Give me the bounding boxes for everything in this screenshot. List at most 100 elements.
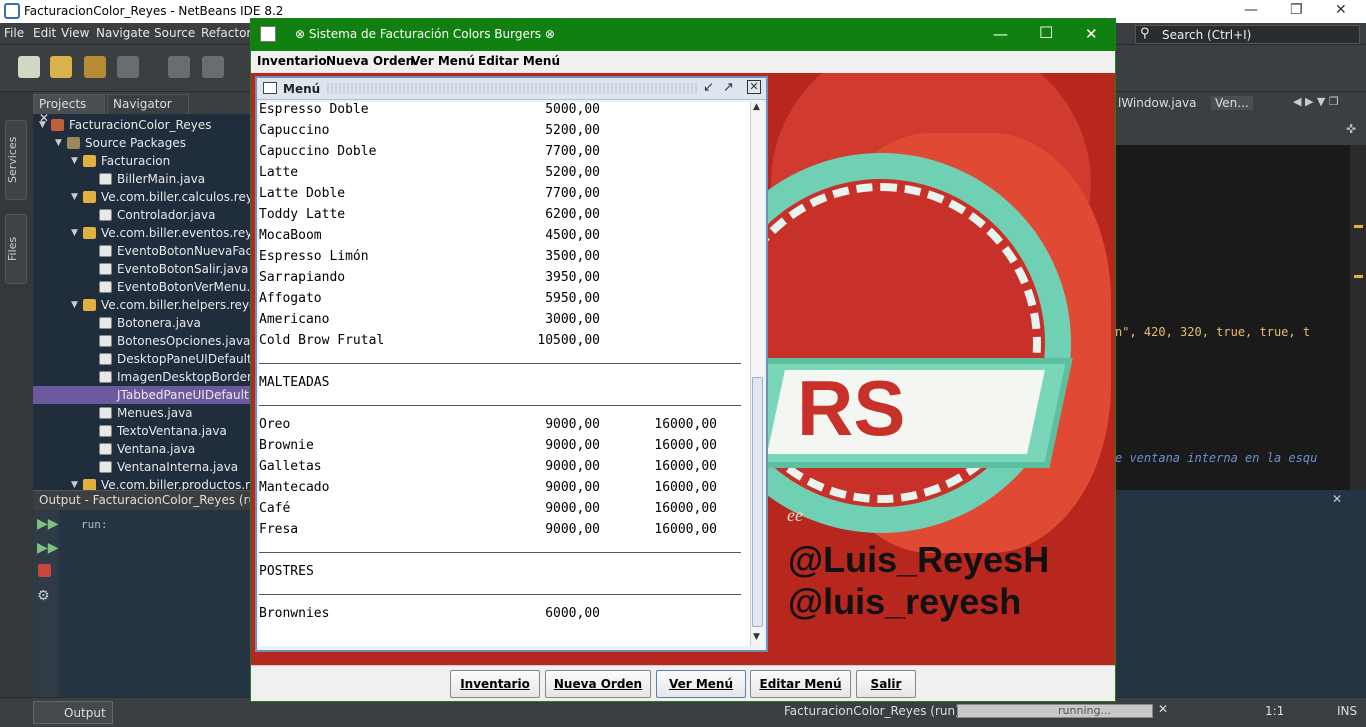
item-name: Toddy Latte [259, 207, 346, 222]
item-price: 5200,00 [545, 123, 600, 138]
source-packages-icon [67, 137, 80, 149]
inventario-button[interactable]: Inventario [450, 670, 540, 698]
nueva-orden-button[interactable]: Nueva Orden [545, 670, 651, 698]
java-file-icon [99, 371, 112, 383]
item-name: Capuccino Doble [259, 144, 377, 159]
tree-item[interactable]: Source Packages [85, 134, 186, 152]
menu-source[interactable]: Source [154, 26, 195, 40]
tab-projects[interactable]: Projects ✕ [33, 94, 105, 125]
cancel-icon[interactable]: ✕ [1158, 702, 1168, 716]
menu-view[interactable]: View [61, 26, 89, 40]
close-icon[interactable]: ✕ [747, 80, 761, 94]
ide-search-input[interactable]: ⚲ Search (Ctrl+I) [1135, 25, 1360, 44]
ver-menu-button[interactable]: Ver Menú [656, 670, 746, 698]
expand-arrow-icon[interactable]: ▼ [71, 228, 78, 238]
undo-icon[interactable] [168, 56, 190, 78]
menu-row: Bronwnies 6000,00 [259, 606, 739, 626]
expand-arrow-icon[interactable]: ▼ [39, 120, 46, 130]
tree-item[interactable]: EventoBotonNuevaFact [117, 242, 251, 260]
tree-item[interactable]: ImagenDesktopBorder. [117, 368, 251, 386]
tree-item[interactable]: Ve.com.biller.productos.re [101, 476, 251, 490]
item-price: 10500,00 [537, 333, 600, 348]
menu-refactor[interactable]: Refactor [201, 26, 251, 40]
java-file-icon [99, 407, 112, 419]
tree-item[interactable]: VentanaInterna.java [117, 458, 238, 476]
tree-item[interactable]: Ve.com.biller.helpers.reyes [101, 296, 251, 314]
item-name: Oreo [259, 417, 291, 432]
app-maximize-icon[interactable]: ☐ [1039, 23, 1053, 42]
editor-tab-2[interactable]: Ven... [1211, 96, 1253, 110]
java-file-icon [99, 443, 112, 455]
tree-item[interactable]: EventoBotonSalir.java [117, 260, 248, 278]
rerun-icon[interactable]: ▶▶ [37, 516, 59, 532]
search-placeholder: Search (Ctrl+I) [1162, 28, 1252, 42]
menu-edit[interactable]: Edit [33, 26, 56, 40]
new-project-icon[interactable] [18, 56, 40, 78]
tab-navigator[interactable]: Navigator [107, 94, 189, 114]
expand-arrow-icon[interactable]: ▼ [71, 300, 78, 310]
close-icon[interactable]: ✕ [1335, 2, 1347, 18]
restore-icon[interactable]: ❐ [1290, 2, 1303, 18]
tree-item[interactable]: EventoBotonVerMenu.ja [117, 278, 251, 296]
scroll-thumb[interactable] [752, 377, 763, 627]
tree-item[interactable]: Ve.com.biller.calculos.reye [101, 188, 251, 206]
expand-arrow-icon[interactable]: ▼ [71, 480, 78, 490]
code-comment-line: e ventana interna en la esqu [1115, 451, 1318, 465]
item-price: 3000,00 [545, 312, 600, 327]
item-name: Fresa [259, 522, 299, 537]
save-all-icon[interactable] [117, 56, 139, 78]
app-minimize-icon[interactable]: — [993, 25, 1008, 43]
maximize-icon[interactable]: ↗ [723, 80, 734, 95]
stop-icon[interactable] [38, 564, 51, 577]
close-icon[interactable]: ✕ [1332, 492, 1342, 506]
tree-item[interactable]: DesktopPaneUIDefault. [117, 350, 251, 368]
editor-tab-1[interactable]: lWindow.java [1118, 96, 1197, 110]
package-icon [83, 227, 96, 239]
split-icon[interactable]: ✜ [1346, 122, 1356, 136]
code-editor[interactable]: n", 420, 320, true, true, t e ventana in… [1115, 145, 1366, 490]
editar-menu-button[interactable]: Editar Menú [750, 670, 851, 698]
tree-item[interactable]: Menues.java [117, 404, 193, 422]
tab-scroll-icons[interactable]: ◀ ▶ ▼ ❐ [1293, 95, 1339, 108]
tree-item[interactable]: Botonera.java [117, 314, 201, 332]
menu-text-area[interactable]: Espresso Doble 5000,00 Capuccino 5200,00 Cap… [259, 102, 750, 646]
expand-arrow-icon[interactable]: ▼ [71, 156, 78, 166]
menu-row: Brownie 9000,00 16000,00 [259, 438, 739, 458]
output-button[interactable]: Output [33, 701, 113, 724]
item-name: Brownie [259, 438, 314, 453]
files-tab[interactable]: Files [5, 214, 27, 284]
redo-icon[interactable] [202, 56, 224, 78]
app-window-title: ⊗ Sistema de Facturación Colors Burgers … [295, 27, 555, 41]
tree-item[interactable]: FacturacionColor_Reyes [69, 116, 211, 134]
tree-item[interactable]: JTabbedPaneUIDefault [33, 386, 251, 404]
menu-navigate[interactable]: Navigate [96, 26, 150, 40]
expand-arrow-icon[interactable]: ▼ [55, 138, 62, 148]
scroll-down-icon[interactable]: ▼ [753, 632, 760, 642]
expand-arrow-icon[interactable]: ▼ [71, 192, 78, 202]
tree-item[interactable]: Controlador.java [117, 206, 215, 224]
iconify-icon[interactable]: ↙ [703, 80, 714, 95]
tree-item[interactable]: Ventana.java [117, 440, 195, 458]
salir-button[interactable]: Salir [856, 670, 916, 698]
app-menu-inventario[interactable]: Inventario [257, 54, 327, 68]
app-menu-editar-menu[interactable]: Editar Menú [478, 54, 560, 68]
tree-item[interactable]: Facturacion [101, 152, 170, 170]
new-file-icon[interactable] [50, 56, 72, 78]
tree-item[interactable]: Ve.com.biller.eventos.reye [101, 224, 251, 242]
menu-row: Affogato 5950,00 [259, 291, 739, 311]
app-menu-nueva-orden[interactable]: Nueva Orden [326, 54, 414, 68]
tree-item[interactable]: BillerMain.java [117, 170, 205, 188]
tree-item[interactable]: TextoVentana.java [117, 422, 227, 440]
open-project-icon[interactable] [84, 56, 106, 78]
rerun-config-icon[interactable]: ▶▶ [37, 540, 59, 556]
vertical-scrollbar[interactable]: ▲ ▼ [750, 102, 764, 646]
services-tab[interactable]: Services [5, 120, 27, 200]
settings-icon[interactable]: ⚙ [37, 588, 50, 604]
app-close-icon[interactable]: ✕ [1085, 25, 1098, 43]
item-name: Galletas [259, 459, 322, 474]
app-menu-ver-menu[interactable]: Ver Menú [411, 54, 475, 68]
scroll-up-icon[interactable]: ▲ [753, 102, 760, 112]
menu-file[interactable]: File [4, 26, 24, 40]
tree-item[interactable]: BotonesOpciones.java [117, 332, 250, 350]
minimize-icon[interactable]: — [1244, 2, 1258, 18]
